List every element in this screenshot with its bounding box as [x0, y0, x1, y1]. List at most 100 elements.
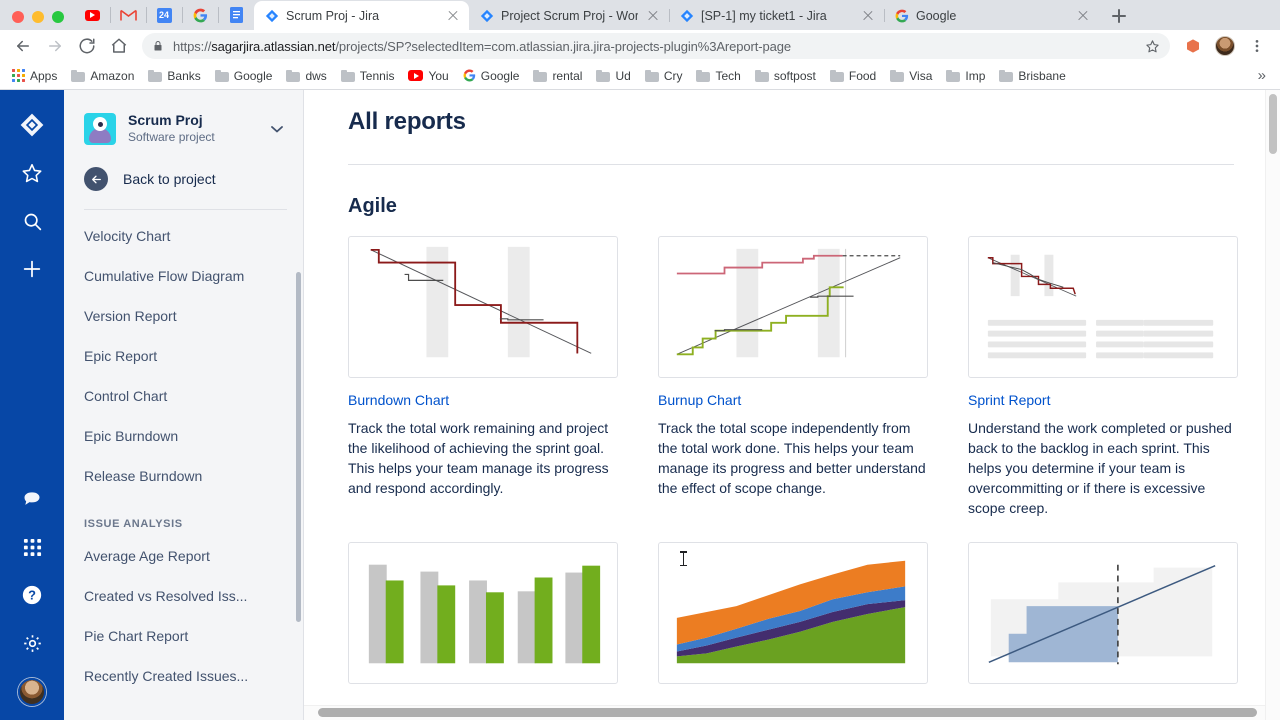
page-vertical-scrollbar[interactable]	[1265, 90, 1280, 720]
starred-icon[interactable]	[11, 152, 53, 194]
google-icon	[895, 9, 909, 22]
report-card-velocity-chart[interactable]	[348, 542, 618, 698]
bookmark-banks[interactable]: Banks	[142, 66, 206, 86]
tab-list: Scrum Proj - Jira Project Scrum Proj - W…	[254, 0, 1133, 30]
help-icon[interactable]: ?	[11, 574, 53, 616]
rail-bottom-group: ?	[0, 478, 64, 712]
browser-tab[interactable]: Project Scrum Proj - Workflow	[469, 1, 669, 30]
close-tab-button[interactable]	[1075, 8, 1091, 24]
sidebar-item-created-vs-resolved[interactable]: Created vs Resolved Iss...	[64, 576, 303, 616]
bookmark-tennis[interactable]: Tennis	[335, 66, 401, 86]
bookmarks-overflow-button[interactable]: »	[1250, 67, 1274, 84]
bookmark-brisbane[interactable]: Brisbane	[993, 66, 1071, 86]
maximize-window-button[interactable]	[52, 11, 64, 23]
report-card-version-report[interactable]	[968, 542, 1238, 698]
bookmark-you[interactable]: You	[402, 66, 454, 86]
forward-button[interactable]	[40, 32, 70, 60]
home-icon	[111, 38, 127, 53]
report-title-burnup-chart[interactable]: Burnup Chart	[658, 392, 928, 408]
bookmark-google-folder[interactable]: Google	[209, 66, 279, 86]
settings-icon[interactable]	[11, 622, 53, 664]
bookmark-label: Apps	[30, 68, 58, 83]
calendar-icon: 24	[156, 7, 172, 23]
sidebar-item-epic-report[interactable]: Epic Report	[64, 336, 303, 376]
page-title: All reports	[348, 108, 466, 135]
browser-tab[interactable]: Google	[884, 1, 1099, 30]
bookmark-ud[interactable]: Ud	[590, 66, 636, 86]
report-card-cumulative-flow-diagram[interactable]	[658, 542, 928, 698]
project-header[interactable]: Scrum Proj Software project	[64, 90, 303, 161]
report-title-sprint-report[interactable]: Sprint Report	[968, 392, 1238, 408]
sidebar-item-release-burndown[interactable]: Release Burndown	[64, 456, 303, 496]
page-horizontal-scroll-thumb[interactable]	[318, 708, 1257, 717]
close-tab-button[interactable]	[445, 8, 461, 24]
bookmark-visa[interactable]: Visa	[884, 66, 938, 86]
page-horizontal-scrollbar[interactable]	[304, 705, 1265, 720]
sidebar-item-average-age-report[interactable]: Average Age Report	[64, 536, 303, 576]
sidebar-item-epic-burndown[interactable]: Epic Burndown	[64, 416, 303, 456]
bookmark-label: dws	[305, 68, 327, 83]
profile-button[interactable]	[1210, 32, 1240, 60]
create-icon[interactable]	[11, 248, 53, 290]
report-title-burndown-chart[interactable]: Burndown Chart	[348, 392, 618, 408]
project-sidebar: Scrum Proj Software project Back to proj…	[64, 90, 304, 720]
page-vertical-scroll-thumb[interactable]	[1269, 94, 1277, 154]
close-tab-button[interactable]	[860, 8, 876, 24]
text-cursor	[680, 551, 687, 566]
close-tab-button[interactable]	[645, 8, 661, 24]
minimize-window-button[interactable]	[32, 11, 44, 23]
youtube-pinned-tab[interactable]	[74, 0, 110, 30]
bookmark-label: Tech	[715, 68, 741, 83]
sidebar-item-version-report[interactable]: Version Report	[64, 296, 303, 336]
folder-icon	[286, 69, 301, 82]
search-icon[interactable]	[11, 200, 53, 242]
docs-pinned-tab[interactable]	[218, 0, 254, 30]
gmail-pinned-tab[interactable]	[110, 0, 146, 30]
sidebar-scrollbar[interactable]	[296, 272, 301, 622]
bookmark-cry[interactable]: Cry	[639, 66, 689, 86]
browser-tab[interactable]: Scrum Proj - Jira	[254, 1, 469, 30]
bookmark-food[interactable]: Food	[824, 66, 882, 86]
report-card-sprint-report[interactable]: Sprint Report Understand the work comple…	[968, 236, 1238, 518]
chrome-menu-button[interactable]	[1242, 32, 1272, 60]
bookmark-google[interactable]: Google	[457, 66, 526, 86]
new-tab-button[interactable]	[1105, 2, 1133, 30]
bookmark-dws[interactable]: dws	[280, 66, 332, 86]
feedback-icon[interactable]	[11, 478, 53, 520]
bookmark-softpost[interactable]: softpost	[749, 66, 822, 86]
chevron-down-icon[interactable]	[271, 122, 287, 136]
bookmark-tech[interactable]: Tech	[690, 66, 746, 86]
bookmark-apps[interactable]: Apps	[6, 66, 63, 86]
close-window-button[interactable]	[12, 11, 24, 23]
bookmark-imp[interactable]: Imp	[940, 66, 991, 86]
sidebar-item-pie-chart-report[interactable]: Pie Chart Report	[64, 616, 303, 656]
bookmark-label: Visa	[909, 68, 933, 83]
bookmark-amazon[interactable]: Amazon	[65, 66, 140, 86]
google-pinned-tab[interactable]	[182, 0, 218, 30]
back-arrow-icon	[84, 167, 108, 191]
extension-button[interactable]	[1178, 32, 1208, 60]
bookmark-rental[interactable]: rental	[527, 66, 588, 86]
address-bar[interactable]: https://sagarjira.atlassian.net/projects…	[142, 33, 1170, 59]
sidebar-item-cumulative-flow-diagram[interactable]: Cumulative Flow Diagram	[64, 256, 303, 296]
sidebar-item-control-chart[interactable]: Control Chart	[64, 376, 303, 416]
user-avatar[interactable]	[18, 678, 46, 706]
youtube-icon	[408, 70, 424, 81]
main-content: All reports Agile Burndown Chart Track t…	[304, 90, 1280, 720]
home-button[interactable]	[104, 32, 134, 60]
browser-tab[interactable]: [SP-1] my ticket1 - Jira	[669, 1, 884, 30]
app-switcher-icon[interactable]	[11, 526, 53, 568]
bookmark-label: Banks	[167, 68, 201, 83]
folder-icon	[340, 69, 355, 82]
back-to-project-button[interactable]: Back to project	[64, 161, 303, 205]
sidebar-item-velocity-chart[interactable]: Velocity Chart	[64, 216, 303, 256]
calendar-pinned-tab[interactable]: 24	[146, 0, 182, 30]
report-card-burndown-chart[interactable]: Burndown Chart Track the total work rema…	[348, 236, 618, 518]
report-card-burnup-chart[interactable]: Burnup Chart Track the total scope indep…	[658, 236, 928, 518]
jira-logo-icon[interactable]	[11, 104, 53, 146]
bookmark-star-icon[interactable]	[1145, 39, 1160, 54]
reload-button[interactable]	[72, 32, 102, 60]
back-button[interactable]	[8, 32, 38, 60]
sidebar-item-recently-created-issues[interactable]: Recently Created Issues...	[64, 656, 303, 696]
report-description-sprint-report: Understand the work completed or pushed …	[968, 420, 1232, 516]
